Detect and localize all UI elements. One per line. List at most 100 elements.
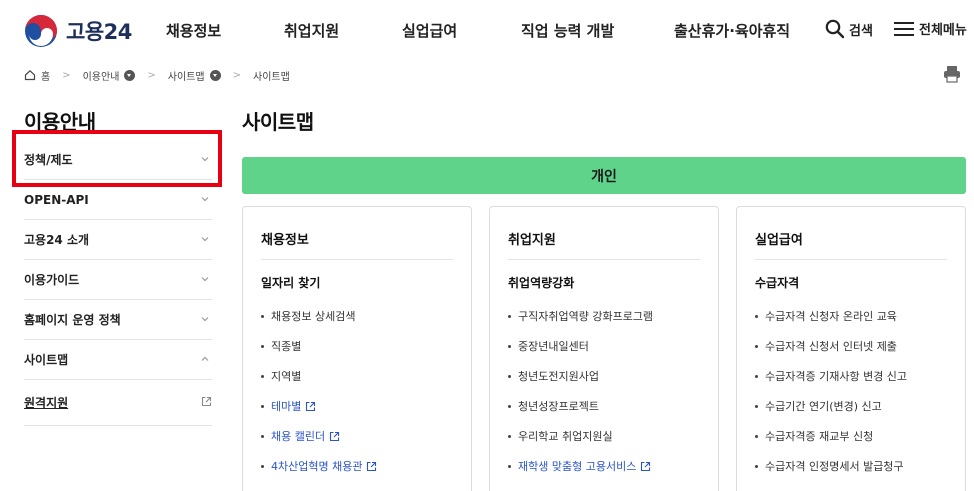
chevron-up-icon: [201, 356, 209, 361]
sidebar-title: 이용안내: [24, 110, 96, 134]
sidebar-item-sitemap[interactable]: 사이트맵: [24, 340, 212, 380]
card-link[interactable]: 청년성장프로젝트: [508, 391, 712, 421]
card-link[interactable]: 수급자격 신청자 온라인 교육: [755, 301, 959, 331]
card-subtitle[interactable]: 수급자격: [755, 274, 799, 291]
breadcrumb-sitemap[interactable]: 사이트맵: [168, 68, 221, 83]
sidebar-item-label: 이용가이드: [24, 273, 80, 287]
sitemap-card-unemployment-benefit: 실업급여 수급자격 수급자격 신청자 온라인 교육 수급자격 신청서 인터넷 제…: [736, 206, 966, 491]
external-link-icon: [641, 461, 651, 471]
card-link-external[interactable]: 채용 캘린더: [261, 421, 465, 451]
breadcrumb-home[interactable]: 홈: [24, 68, 50, 83]
sidebar-item-label: OPEN-API: [24, 192, 89, 207]
bullet-icon: [755, 314, 758, 318]
card-link[interactable]: 구직자취업역량 강화프로그램: [508, 301, 712, 331]
sidebar-nav: 정책/제도 OPEN-API 고용24 소개 이용가이드 홈페이지 운영 정책 …: [24, 140, 212, 426]
card-subtitle[interactable]: 일자리 찾기: [261, 274, 320, 291]
card-link-external[interactable]: 4차산업혁명 채용관: [261, 451, 465, 481]
card-link-label: 청년성장프로젝트: [518, 400, 599, 413]
card-link[interactable]: 수급기간 연기(변경) 신고: [755, 391, 959, 421]
logo[interactable]: 고용24: [24, 14, 132, 48]
card-link[interactable]: 청년도전지원사업: [508, 361, 712, 391]
card-link-label: 수급자격증 재교부 신청: [765, 430, 874, 443]
card-link-label: 수급자격 신청서 인터넷 제출: [765, 340, 897, 353]
card-link-label: 중장년내일센터: [518, 340, 589, 353]
sidebar-item-open-api[interactable]: OPEN-API: [24, 180, 212, 220]
card-link[interactable]: 지역별: [261, 361, 465, 391]
card-subtitle[interactable]: 취업역량강화: [508, 274, 574, 291]
external-link-icon: [201, 396, 212, 407]
breadcrumb-separator-icon: >: [147, 69, 156, 81]
breadcrumb-current: 사이트맵: [253, 68, 290, 83]
bullet-icon: [261, 374, 264, 378]
card-link-label: 직종별: [271, 340, 302, 353]
sidebar-item-label: 원격지원: [24, 396, 69, 410]
divider: [755, 259, 947, 260]
bullet-icon: [508, 434, 511, 438]
dropdown-arrow-icon[interactable]: [124, 69, 136, 81]
sidebar-item-label: 홈페이지 운영 정책: [24, 313, 121, 327]
sidebar-item-about[interactable]: 고용24 소개: [24, 220, 212, 260]
hamburger-menu-icon: [894, 21, 914, 36]
bullet-icon: [261, 314, 264, 318]
card-link-label: 4차산업혁명 채용관: [271, 460, 363, 473]
bullet-icon: [508, 344, 511, 348]
bullet-icon: [755, 404, 758, 408]
header: 고용24 채용정보 취업지원 실업급여 직업 능력 개발 출산휴가·육아휴직 검…: [0, 0, 974, 62]
card-link[interactable]: 중장년내일센터: [508, 331, 712, 361]
print-icon[interactable]: [942, 64, 962, 84]
card-title[interactable]: 실업급여: [755, 229, 803, 248]
sidebar-item-site-policy[interactable]: 홈페이지 운영 정책: [24, 300, 212, 340]
category-tab-individual[interactable]: 개인: [242, 157, 966, 194]
breadcrumb-guide-label: 이용안내: [82, 71, 120, 83]
page-title: 사이트맵: [242, 110, 314, 134]
card-link-label: 채용 캘린더: [271, 430, 326, 443]
card-link-external[interactable]: 재학생 맞춤형 고용서비스: [508, 451, 712, 481]
bullet-icon: [261, 464, 264, 468]
card-link[interactable]: 수급자격 신청서 인터넷 제출: [755, 331, 959, 361]
search-icon: [825, 19, 845, 39]
card-link-label: 우리학교 취업지원실: [518, 430, 613, 443]
nav-employment-support[interactable]: 취업지원: [284, 20, 339, 41]
divider: [261, 259, 453, 260]
card-link[interactable]: 우리학교 취업지원실: [508, 421, 712, 451]
breadcrumb-current-label: 사이트맵: [253, 71, 290, 83]
card-link-list: 구직자취업역량 강화프로그램 중장년내일센터 청년도전지원사업 청년성장프로젝트…: [508, 301, 712, 481]
card-link-external[interactable]: 테마별: [261, 391, 465, 421]
nav-parental-leave[interactable]: 출산휴가·육아휴직: [674, 20, 790, 41]
external-link-icon: [306, 401, 316, 411]
card-link[interactable]: 수급자격증 재교부 신청: [755, 421, 959, 451]
card-title[interactable]: 채용정보: [261, 229, 309, 248]
card-link-label: 테마별: [271, 400, 302, 413]
breadcrumb-separator-icon: >: [62, 69, 71, 81]
nav-vocational-training[interactable]: 직업 능력 개발: [521, 20, 614, 41]
search-button[interactable]: 검색: [825, 19, 873, 39]
sidebar-item-remote-support[interactable]: 원격지원: [24, 380, 212, 426]
sitemap-card-jobs: 채용정보 일자리 찾기 채용정보 상세검색 직종별 지역별 테마별 채용 캘린더…: [242, 206, 472, 491]
chevron-down-icon: [201, 157, 209, 162]
sidebar-item-policy[interactable]: 정책/제도: [24, 140, 212, 180]
bullet-icon: [755, 374, 758, 378]
bullet-icon: [261, 434, 264, 438]
taegeuk-logo-icon: [25, 15, 57, 47]
bullet-icon: [508, 314, 511, 318]
bullet-icon: [755, 434, 758, 438]
sidebar-item-usage-guide[interactable]: 이용가이드: [24, 260, 212, 300]
card-link-label: 채용정보 상세검색: [271, 310, 356, 323]
card-link-label: 지역별: [271, 370, 302, 383]
breadcrumb-guide[interactable]: 이용안내: [83, 68, 136, 83]
card-link-label: 구직자취업역량 강화프로그램: [518, 310, 654, 323]
search-label: 검색: [849, 23, 873, 39]
card-link[interactable]: 직종별: [261, 331, 465, 361]
card-link[interactable]: 수급자격증 기재사항 변경 신고: [755, 361, 959, 391]
card-link[interactable]: 수급자격 인정명세서 발급청구: [755, 451, 959, 481]
dropdown-arrow-icon[interactable]: [209, 69, 221, 81]
card-title[interactable]: 취업지원: [508, 229, 556, 248]
bullet-icon: [508, 404, 511, 408]
nav-jobs[interactable]: 채용정보: [166, 20, 221, 41]
all-menu-button[interactable]: 전체메뉴: [893, 19, 967, 38]
breadcrumb-sitemap-label: 사이트맵: [167, 71, 205, 83]
nav-unemployment-benefit[interactable]: 실업급여: [402, 20, 457, 41]
bullet-icon: [261, 404, 264, 408]
card-link-label: 청년도전지원사업: [518, 370, 599, 383]
card-link[interactable]: 채용정보 상세검색: [261, 301, 465, 331]
